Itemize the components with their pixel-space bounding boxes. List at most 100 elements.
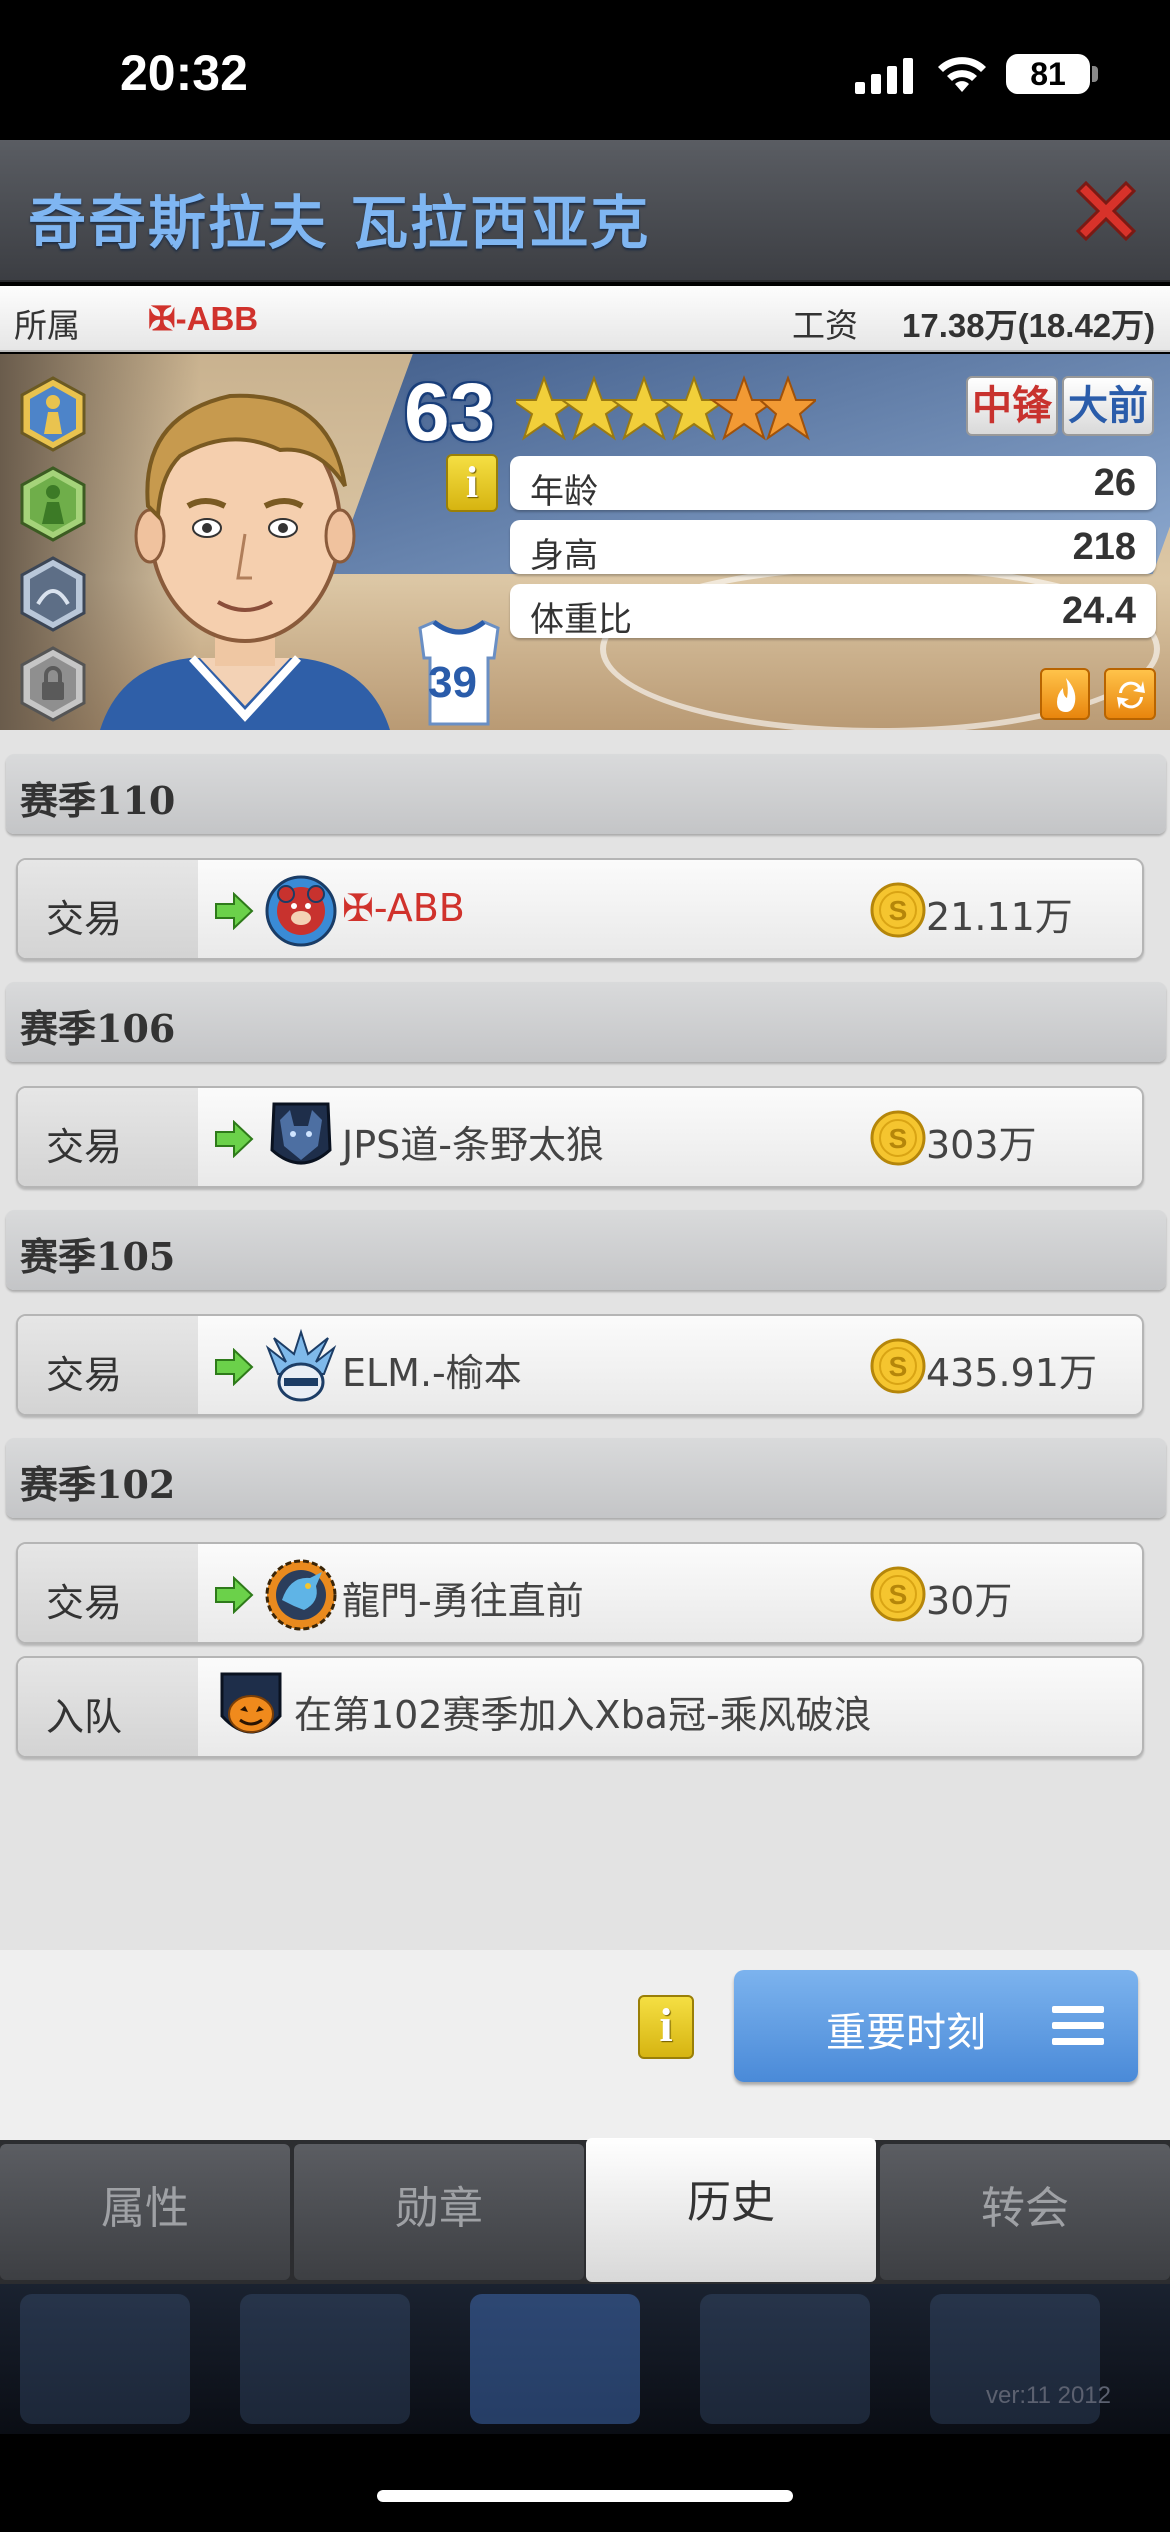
ghost-nav-item <box>470 2294 640 2424</box>
season-title: 赛季110 <box>20 778 176 823</box>
season-header: 赛季105 <box>6 1210 1166 1290</box>
stat-row-weight-ratio: 体重比 24.4 <box>510 584 1156 640</box>
stat-value: 26 <box>1093 462 1136 504</box>
arrow-right-icon <box>215 892 254 930</box>
svg-text:S: S <box>889 895 908 926</box>
entry-price: 435.91万 <box>926 1351 1097 1395</box>
history-list[interactable]: 赛季110 交易 ✠-ABB S 21.11万 赛季106 交易 JPS道-条野… <box>0 730 1170 1950</box>
rebound-skill-icon[interactable] <box>18 556 88 632</box>
history-info-button[interactable]: i <box>638 1995 694 2059</box>
refresh-icon <box>1117 681 1145 709</box>
close-icon[interactable] <box>1068 173 1144 249</box>
entry-type-cell: 交易 <box>18 1544 198 1642</box>
background-nav: ver:11 2012 <box>0 2284 1170 2434</box>
menu-icon <box>1052 2006 1104 2045</box>
svg-text:S: S <box>889 1351 908 1382</box>
cellular-signal-icon <box>855 58 913 94</box>
position-badge-center: 中锋 <box>966 376 1058 436</box>
shooter-skill-icon[interactable] <box>18 376 88 452</box>
player-avatar <box>100 393 390 730</box>
version-text: ver:11 2012 <box>986 2382 1111 2409</box>
salary-label: 工资 <box>792 306 858 345</box>
arrow-right-icon <box>215 1576 254 1614</box>
coin-icon: S <box>870 882 926 938</box>
key-moments-button[interactable]: 重要时刻 <box>734 1970 1138 2082</box>
season-header: 赛季106 <box>6 982 1166 1062</box>
bear-logo-icon <box>265 875 337 947</box>
history-entry[interactable]: 交易 JPS道-条野太狼 S 303万 <box>16 1086 1144 1188</box>
entry-team[interactable]: ✠-ABB <box>342 886 465 930</box>
entry-type: 交易 <box>46 897 123 941</box>
title-bar: 奇奇斯拉夫 瓦拉西亚克 <box>0 140 1170 282</box>
salary-value: 17.38万(18.42万) <box>902 307 1156 344</box>
dragon-logo-icon <box>265 1559 337 1631</box>
arrow-right-icon <box>215 1120 254 1158</box>
entry-price: 21.11万 <box>926 895 1073 939</box>
team-name[interactable]: ✠-ABB <box>148 299 258 338</box>
entry-type-cell: 交易 <box>18 1088 198 1186</box>
history-entry[interactable]: 交易 ELM.-榆本 S 435.91万 <box>16 1314 1144 1416</box>
ghost-nav-item <box>700 2294 870 2424</box>
player-rating: 63 <box>404 367 496 458</box>
entry-type-cell: 交易 <box>18 860 198 958</box>
stat-row-age: 年龄 26 <box>510 456 1156 512</box>
locked-skill-icon[interactable] <box>18 646 88 722</box>
app-root: 20:32 81 奇奇斯拉夫 瓦拉西亚克 所属 ✠-ABB 工资 17.38万(… <box>0 0 1170 2532</box>
pumpkin-logo-icon <box>220 1672 282 1734</box>
season-header: 赛季110 <box>6 754 1166 834</box>
stat-value: 218 <box>1072 526 1136 568</box>
wifi-icon <box>938 57 986 92</box>
ghost-nav-item <box>240 2294 410 2424</box>
jersey-number: 39 <box>428 658 477 707</box>
stat-label: 身高 <box>530 536 598 576</box>
position-badge-power-forward: 大前 <box>1062 376 1154 436</box>
stat-label: 年龄 <box>530 472 598 512</box>
season-header: 赛季102 <box>6 1438 1166 1518</box>
player-card: 63 中锋 大前 i 年龄 26 身高 218 体重比 24.4 39 <box>0 354 1170 730</box>
entry-type: 交易 <box>46 1125 123 1169</box>
ghost-nav-item <box>20 2294 190 2424</box>
tab-history[interactable]: 历史 <box>586 2138 876 2282</box>
svg-text:S: S <box>889 1123 908 1154</box>
player-name: 奇奇斯拉夫 瓦拉西亚克 <box>28 189 651 257</box>
winged-helmet-logo-icon <box>265 1328 337 1402</box>
season-title: 赛季102 <box>20 1462 176 1507</box>
history-entry[interactable]: 交易 ✠-ABB S 21.11万 <box>16 858 1144 960</box>
flame-icon <box>1057 678 1076 712</box>
entry-price: 30万 <box>926 1579 1013 1623</box>
swap-button[interactable] <box>1104 668 1156 720</box>
entry-type: 入队 <box>46 1695 123 1739</box>
entry-team[interactable]: ELM.-榆本 <box>342 1342 522 1397</box>
action-bar: i 重要时刻 <box>0 1950 1170 2140</box>
star-rating-icon <box>516 375 816 441</box>
tab-badges[interactable]: 勋章 <box>294 2144 584 2280</box>
arrow-right-icon <box>215 1348 254 1386</box>
defense-skill-icon[interactable] <box>18 466 88 542</box>
season-title: 赛季105 <box>20 1234 176 1279</box>
tab-transfer[interactable]: 转会 <box>880 2144 1170 2280</box>
svg-text:S: S <box>889 1579 908 1610</box>
history-entry[interactable]: 交易 龍門-勇往直前 S 30万 <box>16 1542 1144 1644</box>
stat-label: 体重比 <box>530 600 632 640</box>
entry-type-cell: 入队 <box>18 1658 198 1756</box>
entry-team[interactable]: JPS道-条野太狼 <box>342 1114 604 1169</box>
fire-button[interactable] <box>1040 668 1090 720</box>
player-info-strip: 所属 ✠-ABB 工资 17.38万(18.42万) <box>0 286 1170 352</box>
player-info-button[interactable]: i <box>446 454 498 512</box>
coin-icon: S <box>870 1338 926 1394</box>
entry-type-cell: 交易 <box>18 1316 198 1414</box>
entry-team[interactable]: 龍門-勇往直前 <box>342 1570 584 1625</box>
jersey: 39 <box>418 618 500 726</box>
tab-bar: 属性 勋章 历史 转会 <box>0 2138 1170 2284</box>
tab-attributes[interactable]: 属性 <box>0 2144 290 2280</box>
coin-icon: S <box>870 1110 926 1166</box>
season-title: 赛季106 <box>20 1006 176 1051</box>
home-indicator[interactable] <box>377 2490 793 2502</box>
status-bar: 20:32 81 <box>0 0 1170 140</box>
stat-value: 24.4 <box>1062 590 1136 632</box>
coin-icon: S <box>870 1566 926 1622</box>
team-label: 所属 <box>14 306 80 345</box>
entry-team[interactable]: 在第102赛季加入Xba冠-乘风破浪 <box>294 1684 872 1739</box>
history-entry[interactable]: 入队 在第102赛季加入Xba冠-乘风破浪 <box>16 1656 1144 1758</box>
status-time: 20:32 <box>120 45 248 101</box>
